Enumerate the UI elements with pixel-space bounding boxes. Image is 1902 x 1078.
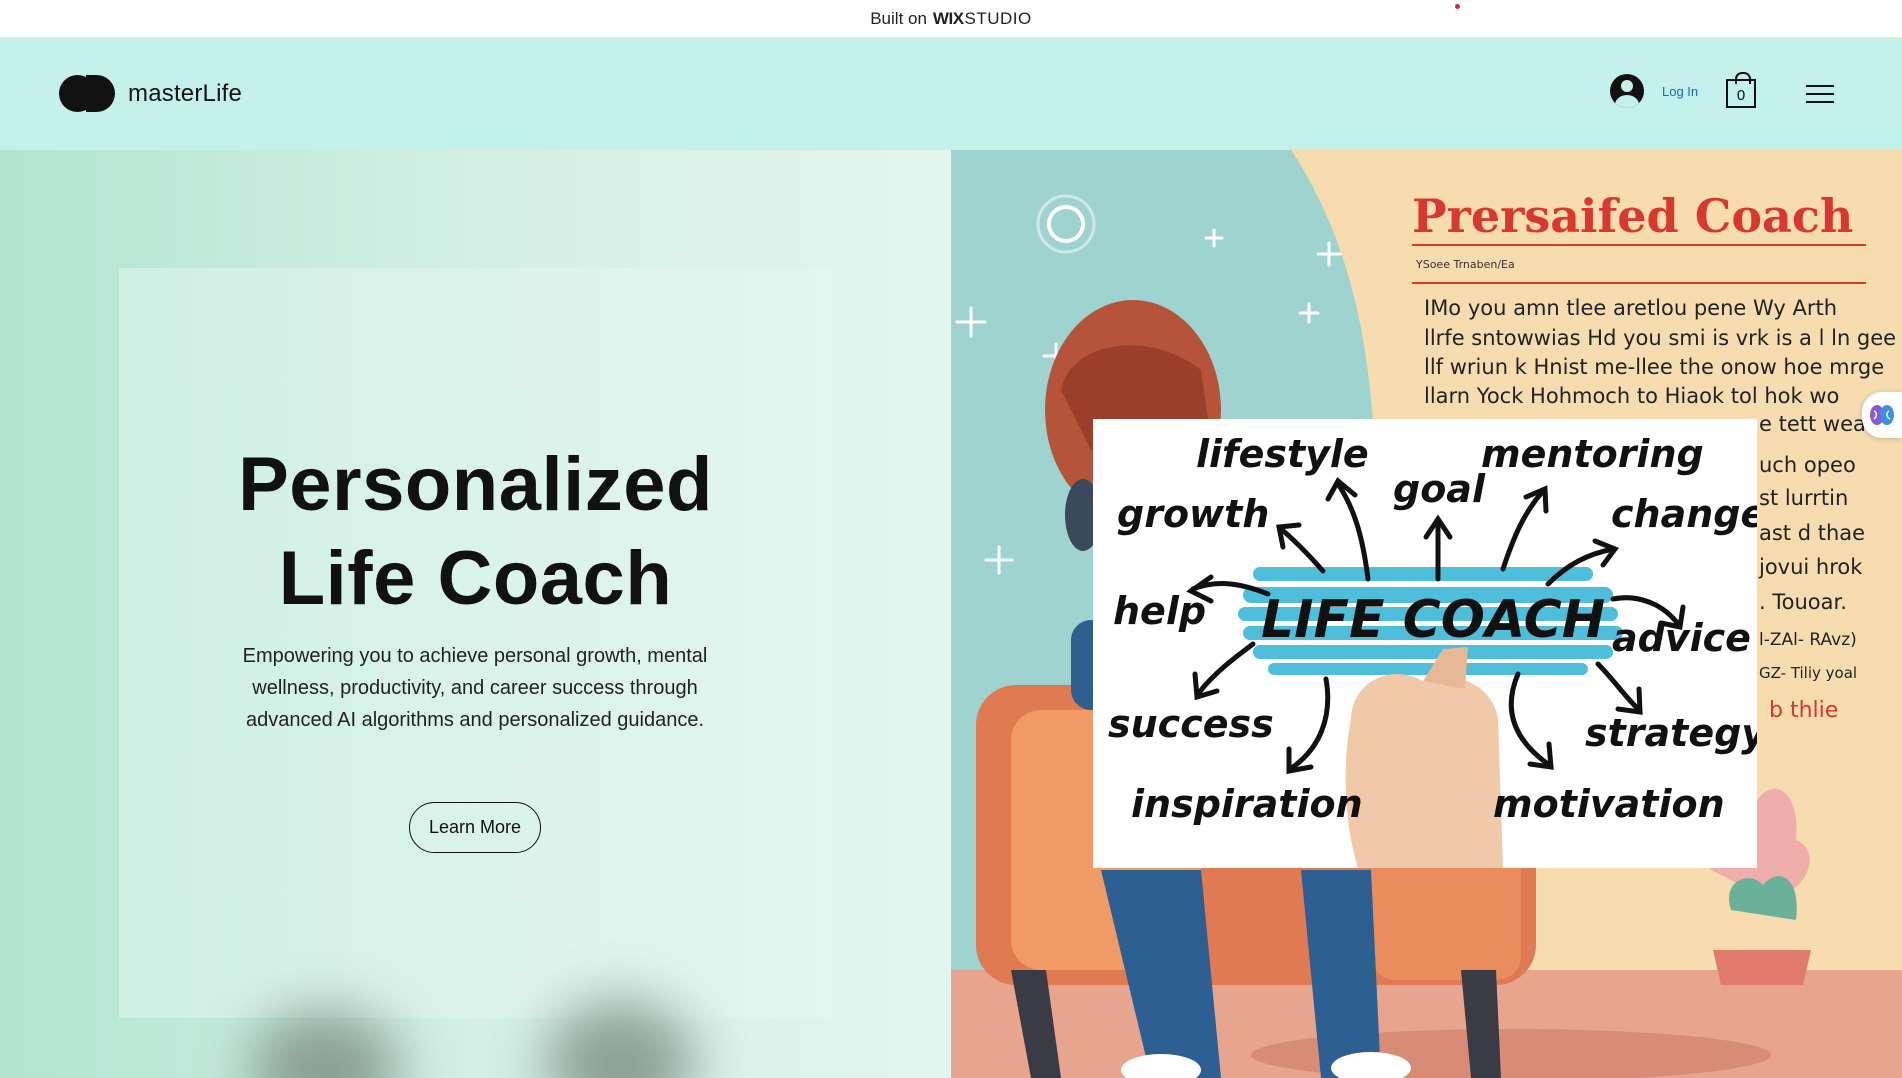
card-word: LIFE COACH <box>1261 590 1605 650</box>
poster-line: uch opeo <box>1759 453 1856 477</box>
poster-byline: YSoee Trnaben/Ea <box>1415 258 1515 271</box>
poster-line: GZ- Tiliy yoal <box>1759 664 1857 682</box>
card-word: goal <box>1393 467 1486 511</box>
card-word: change <box>1611 492 1757 536</box>
card-word: help <box>1113 589 1206 633</box>
card-word: lifestyle <box>1196 432 1369 476</box>
cart-count: 0 <box>1736 87 1746 104</box>
banner-prefix: Built on <box>870 8 927 28</box>
poster-line: . Touoar. <box>1759 590 1847 614</box>
card-word: advice <box>1612 616 1751 660</box>
card-word: success <box>1108 702 1274 746</box>
masterlife-logo-icon[interactable] <box>59 75 115 112</box>
hamburger-menu-icon[interactable] <box>1806 84 1834 104</box>
hero-subtitle: Empowering you to achieve personal growt… <box>242 645 708 731</box>
decorative-blur <box>250 1010 400 1078</box>
hero-section: Personalized Life Coach Empowering you t… <box>0 150 951 1078</box>
notification-dot <box>1455 4 1460 9</box>
hero-title-line1: Personalized <box>238 442 713 527</box>
card-word: motivation <box>1493 782 1725 826</box>
card-word: strategy <box>1585 711 1757 755</box>
poster-line: e tett wea <box>1759 412 1866 436</box>
shopping-bag-icon[interactable]: 0 <box>1726 72 1756 108</box>
poster-line: b thlie <box>1769 698 1838 723</box>
poster-line: st lurrtin <box>1759 486 1848 510</box>
learn-more-button[interactable]: Learn More <box>409 802 541 853</box>
site-header: masterLife Log In 0 <box>0 38 1902 150</box>
wix-logo: WIX <box>932 8 964 28</box>
poster-line: IMo you amn tlee aretlou pene Wy Arth <box>1424 296 1837 320</box>
card-word: mentoring <box>1481 432 1704 476</box>
poster-line: l-ZAl- RAvz) <box>1759 630 1857 650</box>
user-avatar-icon[interactable] <box>1610 74 1644 108</box>
poster-line: jovui hrok <box>1758 555 1863 579</box>
login-button[interactable]: Log In <box>1610 74 1698 108</box>
poster-line: llrfe sntowwias Hd you smi is vrk is a l… <box>1424 326 1896 350</box>
poster-title: Prersaifed Coach <box>1412 189 1853 243</box>
card-word: growth <box>1117 492 1269 536</box>
poster-line: llarn Yock Hohmoch to Hiaok tol hok wo <box>1424 384 1839 408</box>
brand-name[interactable]: masterLife <box>128 80 242 108</box>
wix-studio-label: STUDIO <box>964 8 1032 28</box>
poster-line: ast d thae <box>1759 521 1865 545</box>
wix-banner[interactable]: Built on WIX STUDIO <box>0 0 1902 38</box>
hero-title: Personalized Life Coach <box>0 438 951 626</box>
poster-line: llf wriun k Hnist me-llee the onow hoe m… <box>1424 355 1884 379</box>
hero-title-line2: Life Coach <box>278 536 673 621</box>
life-coach-image: lifestyle mentoring goal growth change h… <box>1093 419 1757 868</box>
brain-icon[interactable] <box>1862 392 1902 438</box>
card-word: inspiration <box>1131 782 1363 826</box>
login-label[interactable]: Log In <box>1662 84 1698 99</box>
